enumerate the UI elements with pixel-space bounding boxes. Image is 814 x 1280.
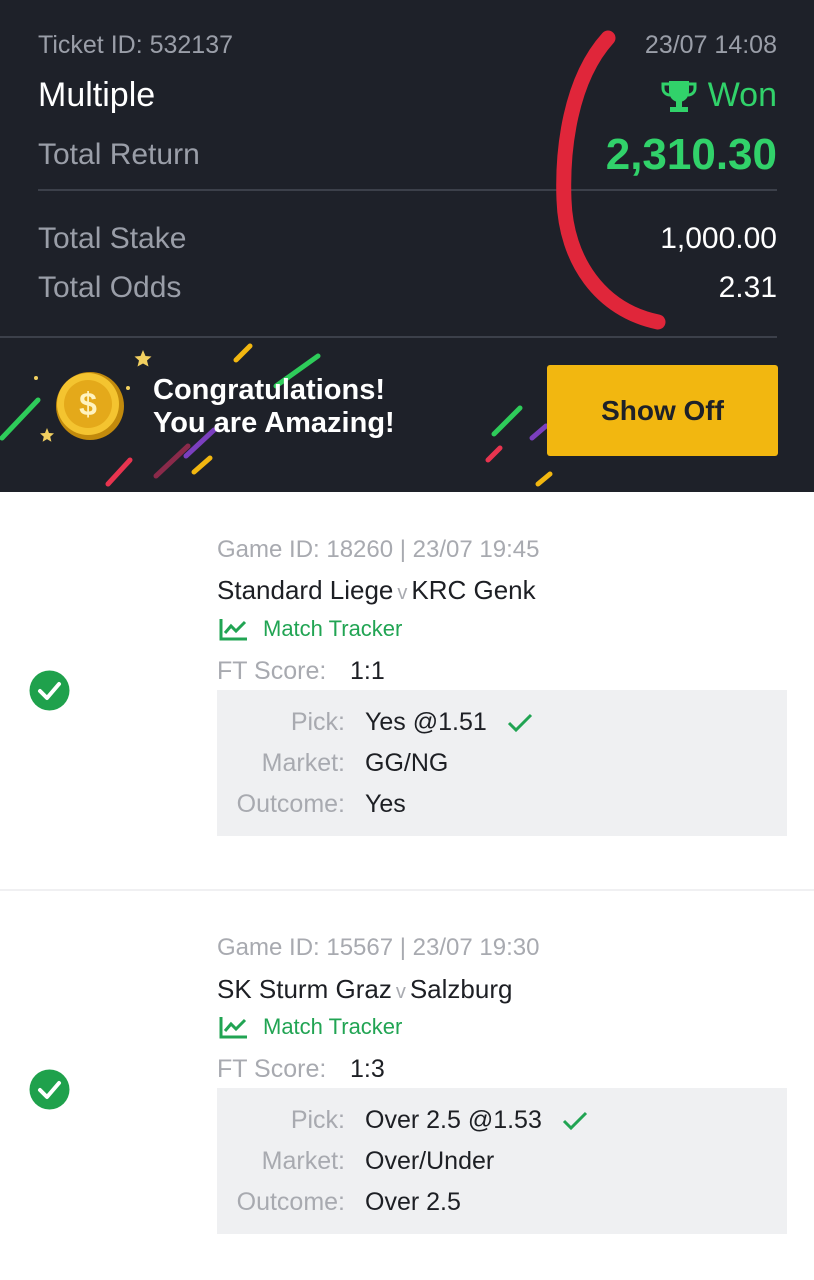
total-stake-value: 1,000.00 xyxy=(660,222,777,255)
market-value: Over/Under xyxy=(365,1147,495,1175)
pick-value-group: Yes @1.51 xyxy=(365,708,533,737)
market-row: Market: GG/NG xyxy=(217,749,787,789)
game-meta: Game ID: 15567 | 23/07 19:30 xyxy=(217,934,540,961)
divider xyxy=(0,889,814,891)
match-tracker-label: Match Tracker xyxy=(263,1014,403,1039)
pick-row: Pick: Yes @1.51 xyxy=(217,708,787,748)
pick-details: Pick: Yes @1.51 Market: GG/NG Outcome: Y… xyxy=(217,690,787,836)
match-teams: SK Sturm Graz v Salzburg xyxy=(217,974,512,1005)
pick-details: Pick: Over 2.5 @1.53 Market: Over/Under … xyxy=(217,1088,787,1234)
chart-icon xyxy=(219,1017,247,1039)
ft-score-value: 1:3 xyxy=(350,1055,385,1083)
divider xyxy=(38,189,777,191)
pick-value-group: Over 2.5 @1.53 xyxy=(365,1106,588,1135)
versus-label: v xyxy=(397,582,408,604)
show-off-button[interactable]: Show Off xyxy=(547,365,778,456)
market-row: Market: Over/Under xyxy=(217,1147,787,1187)
outcome-label: Outcome: xyxy=(236,790,345,818)
total-stake-label: Total Stake xyxy=(38,222,187,255)
game-meta: Game ID: 18260 | 23/07 19:45 xyxy=(217,536,540,563)
ft-score-label: FT Score: xyxy=(217,657,327,685)
total-return-value: 2,310.30 xyxy=(605,130,777,179)
home-team: SK Sturm Graz xyxy=(217,974,392,1004)
match-tracker-link[interactable]: Match Tracker xyxy=(219,616,402,642)
ft-score-label: FT Score: xyxy=(217,1055,327,1083)
congratulations-banner: $ Congratulations! You are Amazing! Show… xyxy=(0,338,814,492)
congratulations-line2: You are Amazing! xyxy=(153,407,395,439)
dollar-coin-icon: $ xyxy=(56,372,124,440)
away-team: Salzburg xyxy=(409,974,513,1004)
check-icon xyxy=(562,1111,587,1130)
check-circle-icon xyxy=(29,670,70,711)
match-tracker-link[interactable]: Match Tracker xyxy=(219,1014,402,1040)
market-label: Market: xyxy=(261,1147,345,1175)
ticket-id: Ticket ID: 532137 xyxy=(38,31,234,59)
ticket-type: Multiple xyxy=(38,76,156,114)
ticket-summary: Ticket ID: 532137 23/07 14:08 Multiple W… xyxy=(0,0,814,492)
ticket-datetime: 23/07 14:08 xyxy=(644,31,777,59)
svg-text:$: $ xyxy=(79,386,97,422)
chart-icon xyxy=(219,619,247,641)
total-odds-value: 2.31 xyxy=(718,271,777,304)
pick-value: Yes @1.51 xyxy=(365,708,487,736)
pick-label: Pick: xyxy=(290,708,345,736)
congratulations-line1: Congratulations! xyxy=(153,374,385,406)
trophy-icon xyxy=(661,80,697,112)
outcome-value: Over 2.5 xyxy=(365,1188,461,1216)
ft-score-value: 1:1 xyxy=(350,657,385,685)
outcome-value: Yes xyxy=(365,790,406,818)
congratulations-text: Congratulations! You are Amazing! xyxy=(153,374,395,440)
pick-value: Over 2.5 @1.53 xyxy=(365,1106,542,1134)
status-badge: Won xyxy=(660,76,777,115)
check-icon xyxy=(507,713,532,732)
pick-label: Pick: xyxy=(290,1106,345,1134)
total-odds-label: Total Odds xyxy=(38,271,182,304)
check-circle-icon xyxy=(29,1069,70,1110)
status-text: Won xyxy=(707,76,777,114)
outcome-row: Outcome: Yes xyxy=(217,790,787,830)
home-team: Standard Liege xyxy=(217,575,394,605)
match-tracker-label: Match Tracker xyxy=(263,616,403,641)
versus-label: v xyxy=(395,981,406,1003)
match-teams: Standard Liege v KRC Genk xyxy=(217,575,536,606)
outcome-row: Outcome: Over 2.5 xyxy=(217,1188,787,1228)
away-team: KRC Genk xyxy=(411,575,536,605)
market-value: GG/NG xyxy=(365,749,449,777)
market-label: Market: xyxy=(261,749,345,777)
pick-row: Pick: Over 2.5 @1.53 xyxy=(217,1106,787,1146)
total-return-label: Total Return xyxy=(38,138,200,171)
outcome-label: Outcome: xyxy=(236,1188,345,1216)
